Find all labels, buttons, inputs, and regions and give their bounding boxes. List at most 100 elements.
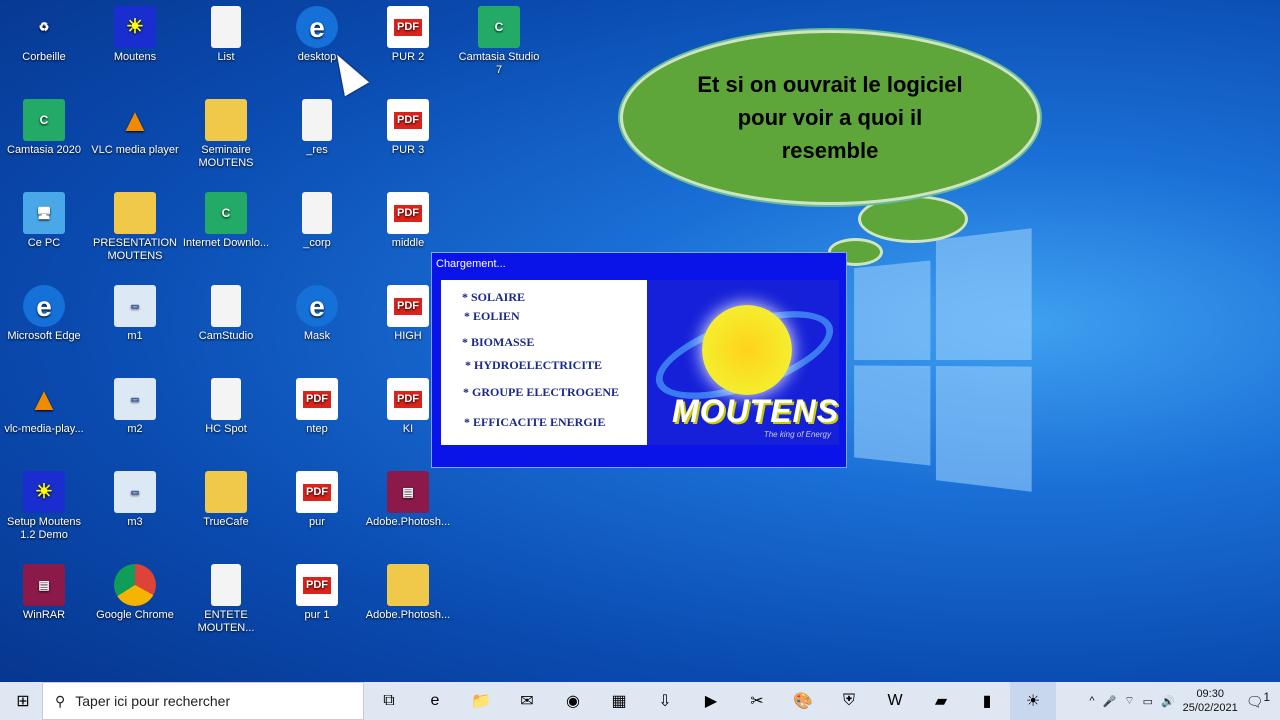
taskbar-camstudio-icon[interactable]: ▮ (964, 682, 1010, 720)
taskbar-mail-icon[interactable]: ✉ (504, 682, 550, 720)
desktop-icon-adobe-photosh[interactable]: Adobe.Photosh... (364, 558, 452, 622)
desktop-icon-google-chrome[interactable]: Google Chrome (91, 558, 179, 622)
taskbar-calculator-icon[interactable]: ▦ (596, 682, 642, 720)
desktop-icon-m3[interactable]: ▭ m3 (91, 465, 179, 529)
taskbar-paint-icon[interactable]: 🎨 (780, 682, 826, 720)
windows-wallpaper-logo (854, 228, 1032, 492)
desktop-icon-pur-3[interactable]: PDF PUR 3 (364, 93, 452, 157)
battery-icon[interactable]: ▭ (1143, 695, 1153, 708)
desktop-icon-vlc-media-play[interactable]: ▲ vlc-media-play... (0, 372, 88, 436)
desktop-icon-moutens[interactable]: ☀ Moutens (91, 0, 179, 64)
pdf-icon: PDF (387, 99, 429, 141)
desktop-icon-pur-1[interactable]: PDF pur 1 (273, 558, 361, 622)
pdf-icon: PDF (296, 564, 338, 606)
splash-feature-list: * SOLAIRE * EOLIEN * BIOMASSE * HYDROELE… (441, 280, 647, 445)
taskbar-word-icon[interactable]: W (872, 682, 918, 720)
taskbar-camtasia-icon[interactable]: ▰ (918, 682, 964, 720)
desktop-icon-truecafe[interactable]: TrueCafe (182, 465, 270, 529)
taskbar-internet-download-manager-icon[interactable]: ⇩ (642, 682, 688, 720)
desktop-icon-m2[interactable]: ▭ m2 (91, 372, 179, 436)
rar-icon: ▤ (23, 564, 65, 606)
icon-label: m2 (127, 423, 143, 435)
desktop-icon-microsoft-edge[interactable]: e Microsoft Edge (0, 279, 88, 343)
pdf-icon: PDF (296, 378, 338, 420)
taskbar-defender-icon[interactable]: ⛨ (826, 682, 872, 720)
icon-label: Camtasia 2020 (7, 144, 81, 156)
edge-icon: e (296, 285, 338, 327)
pdf-icon: PDF (296, 471, 338, 513)
pdf-icon: PDF (387, 378, 429, 420)
desktop-icon--res[interactable]: _res (273, 93, 361, 157)
icon-label: m3 (127, 516, 143, 528)
icon-label: Moutens (113, 51, 157, 63)
taskbar-moutens-icon[interactable]: ☀ (1010, 682, 1056, 720)
desktop-icon--corp[interactable]: _corp (273, 186, 361, 250)
icon-label: Adobe.Photosh... (365, 516, 451, 528)
microphone-icon[interactable]: 🎤 (1103, 695, 1117, 708)
feature-item: * EFFICACITE ENERGIE (464, 415, 606, 429)
icon-label: Seminaire MOUTENS (198, 144, 254, 169)
desktop-icon-entete-mouten[interactable]: ENTETE MOUTEN... (182, 558, 270, 635)
start-button[interactable]: ⊞ (0, 682, 46, 720)
icon-label: Internet Downlo... (182, 237, 270, 249)
taskbar-snipping-icon[interactable]: ✂ (734, 682, 780, 720)
desktop-icon-vlc-media-player[interactable]: ▲ VLC media player (91, 93, 179, 157)
file-icon (211, 285, 241, 327)
feature-item: * HYDROELECTRICITE (465, 358, 603, 372)
desktop-icon-corbeille[interactable]: ♻ Corbeille (0, 0, 88, 64)
icon-label: middle (391, 237, 425, 249)
desktop-icon-ce-pc[interactable]: 🖥 Ce PC (0, 186, 88, 250)
file-icon (211, 6, 241, 48)
icon-label: TrueCafe (203, 516, 249, 528)
notifications-icon[interactable]: 🗨1 (1246, 691, 1270, 711)
desktop-icon-adobe-photosh[interactable]: ▤ Adobe.Photosh... (364, 465, 452, 529)
folder-icon (205, 471, 247, 513)
file-icon (211, 564, 241, 606)
icon-label: _corp (303, 237, 331, 249)
icon-label: WinRAR (22, 609, 66, 621)
taskbar-file-explorer-icon[interactable]: 📁 (458, 682, 504, 720)
desktop-icon-seminaire-moutens[interactable]: Seminaire MOUTENS (182, 93, 270, 170)
app-icon: C (205, 192, 247, 234)
show-hidden-icons[interactable]: ^ (1089, 695, 1094, 707)
search-box[interactable]: ⚲ Taper ici pour rechercher (42, 682, 364, 720)
vlc-icon: ▲ (28, 380, 60, 417)
feature-item: * GROUPE ELECTROGENE (463, 385, 620, 399)
desktop-icon-pur[interactable]: PDF pur (273, 465, 361, 529)
desktop-icon-list[interactable]: List (182, 0, 270, 64)
feature-item: * BIOMASSE (462, 335, 535, 349)
desktop-icon-internet-downlo[interactable]: C Internet Downlo... (182, 186, 270, 250)
network-icon[interactable]: ⌔ (1124, 694, 1134, 708)
edge-icon: e (296, 6, 338, 48)
icon-label: Ce PC (27, 237, 61, 249)
file-icon (302, 99, 332, 141)
desktop-icon-pur-2[interactable]: PDF PUR 2 (364, 0, 452, 64)
desktop-icon-winrar[interactable]: ▤ WinRAR (0, 558, 88, 622)
clock[interactable]: 09:30 25/02/2021 (1183, 687, 1238, 715)
mout-icon: ☀ (114, 6, 156, 48)
desktop-icon-ntep[interactable]: PDF ntep (273, 372, 361, 436)
volume-icon[interactable]: 🔊 (1161, 695, 1175, 708)
desktop-icon-camtasia-2020[interactable]: C Camtasia 2020 (0, 93, 88, 157)
desktop-icon-camtasia-studio-7[interactable]: C Camtasia Studio 7 (455, 0, 543, 77)
desktop-icon-mask[interactable]: e Mask (273, 279, 361, 343)
desktop-icon-setup-moutens-1-2-demo[interactable]: ☀ Setup Moutens 1.2 Demo (0, 465, 88, 542)
feature-item: * EOLIEN (464, 309, 520, 323)
pdf-icon: PDF (387, 285, 429, 327)
desktop-icon-m1[interactable]: ▭ m1 (91, 279, 179, 343)
desktop-icon-presentation-moutens[interactable]: PRESENTATION MOUTENS (91, 186, 179, 263)
taskbar: ⊞ ⚲ Taper ici pour rechercher ⧉ e 📁 ✉ ◉ ▦ ⇩ ▶ ✂ 🎨 ⛨… (0, 682, 1280, 720)
desktop-icon-middle[interactable]: PDF middle (364, 186, 452, 250)
file-icon (211, 378, 241, 420)
desktop-icon-camstudio[interactable]: CamStudio (182, 279, 270, 343)
taskbar-edge-icon[interactable]: e (412, 682, 458, 720)
mout-icon: ☀ (23, 471, 65, 513)
desktop-icon-hc-spot[interactable]: HC Spot (182, 372, 270, 436)
icon-label: _res (306, 144, 328, 156)
taskbar-media-icon[interactable]: ▶ (688, 682, 734, 720)
icon-label: ntep (306, 423, 328, 435)
file-icon (302, 192, 332, 234)
icon-label: m1 (127, 330, 143, 342)
taskbar-chrome-icon[interactable]: ◉ (550, 682, 596, 720)
taskbar-task-view-icon[interactable]: ⧉ (366, 682, 412, 720)
